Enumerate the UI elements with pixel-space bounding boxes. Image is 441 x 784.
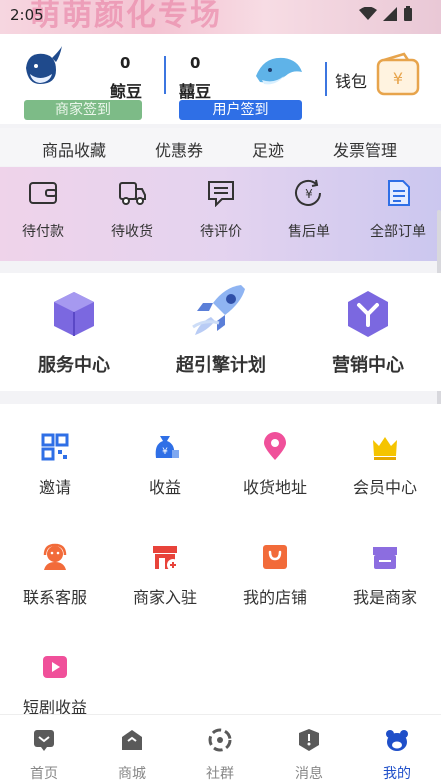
shopping-bag-icon	[263, 545, 287, 569]
grid-item-address[interactable]: 收货地址	[220, 432, 330, 498]
grid-item-i-am-merchant[interactable]: 我是商家	[330, 542, 440, 608]
refund-icon: ¥	[295, 179, 321, 206]
grid-item-membership[interactable]: 会员中心	[330, 432, 440, 498]
grid-label: 我的店铺	[242, 588, 307, 607]
grid-item-earnings[interactable]: ¥ 收益	[110, 432, 220, 498]
document-icon	[388, 180, 410, 206]
grid-label: 商家入驻	[132, 588, 197, 607]
headset-icon	[43, 543, 67, 570]
order-label: 售后单	[288, 224, 330, 240]
tab-label: 我的	[383, 766, 411, 782]
tab-label: 首页	[30, 766, 58, 782]
grid-item-invite[interactable]: 邀请	[0, 432, 110, 498]
tab-community[interactable]: 社群	[176, 727, 264, 783]
location-pin-icon	[264, 432, 286, 460]
quick-link-footprints[interactable]: 足迹	[252, 137, 284, 161]
hex-y-icon	[348, 291, 388, 337]
tab-label: 社群	[206, 766, 234, 782]
store-add-icon	[153, 546, 179, 571]
wallet-yuan-icon: ¥	[376, 52, 420, 96]
wallet-icon	[29, 182, 57, 204]
comment-icon	[208, 181, 234, 207]
user-bean-count: 0	[190, 54, 201, 72]
order-after-sales[interactable]: ¥ 售后单	[274, 179, 344, 241]
merchant-checkin-button[interactable]: 商家签到	[24, 100, 142, 120]
status-time: 2:05	[10, 6, 44, 24]
super-engine-plan[interactable]: 超引擎计划	[156, 285, 286, 376]
grid-item-merchant-join[interactable]: 商家入驻	[110, 542, 220, 608]
whale-icon	[26, 46, 62, 84]
order-status-bar: 待付款 待收货 待评价 ¥ 售后单 全部订单	[0, 167, 441, 261]
home-icon	[34, 730, 54, 751]
tab-label: 商城	[118, 766, 146, 782]
tab-home[interactable]: 首页	[0, 727, 88, 783]
bear-icon	[386, 730, 408, 751]
grid-label: 收货地址	[242, 478, 307, 497]
order-pending-review[interactable]: 待评价	[186, 179, 256, 241]
marketing-center[interactable]: 营销中心	[303, 287, 433, 376]
status-icons	[359, 6, 413, 22]
money-bag-icon: ¥	[155, 436, 179, 458]
user-checkin-button[interactable]: 用户签到	[179, 100, 302, 120]
tab-label: 消息	[295, 766, 323, 782]
svg-text:¥: ¥	[393, 69, 403, 88]
grid-item-customer-service[interactable]: 联系客服	[0, 542, 110, 608]
grid-label: 我是商家	[352, 588, 417, 607]
signal-icon	[383, 7, 397, 21]
user-bean-unit: 囍豆	[179, 82, 212, 101]
banner-title: 萌萌颜化专场	[30, 0, 222, 33]
account-header: 0 鲸豆 商家签到 0 囍豆 用户签到 钱包 ¥	[0, 34, 441, 124]
quick-link-favorites[interactable]: 商品收藏	[42, 137, 106, 161]
quick-link-invoices[interactable]: 发票管理	[333, 137, 397, 161]
service-label: 营销中心	[332, 355, 404, 376]
divider	[164, 56, 166, 94]
wallet-button[interactable]: ¥	[376, 52, 422, 98]
svg-text:¥: ¥	[162, 447, 168, 457]
tab-me[interactable]: 我的	[353, 727, 441, 783]
service-label: 服务中心	[38, 355, 110, 376]
service-center[interactable]: 服务中心	[9, 287, 139, 376]
grid-label: 会员中心	[352, 478, 417, 497]
grid-item-short-drama-earnings[interactable]: 短剧收益	[0, 652, 110, 718]
services-card: 服务中心 超引擎计划 营销中心	[0, 273, 441, 391]
user-beans: 0 囍豆 用户签到	[176, 42, 306, 122]
order-label: 待评价	[200, 224, 242, 240]
crown-icon	[373, 437, 397, 460]
order-label: 全部订单	[370, 224, 426, 240]
quick-links-bar: 商品收藏 优惠券 足迹 发票管理	[0, 128, 441, 166]
order-label: 待收货	[111, 224, 153, 240]
community-icon	[208, 728, 232, 752]
bottom-tab-bar: 首页 商城 社群 消息 我的	[0, 714, 441, 784]
battery-icon	[404, 6, 412, 21]
svg-text:¥: ¥	[305, 187, 313, 201]
tab-mall[interactable]: 商城	[88, 727, 176, 783]
rocket-icon	[192, 285, 245, 335]
quick-link-coupons[interactable]: 优惠券	[155, 137, 203, 161]
truck-icon	[119, 182, 146, 205]
merchant-bean-count: 0	[120, 54, 131, 72]
message-icon	[299, 729, 319, 751]
cube-icon	[54, 292, 94, 336]
order-pending-receipt[interactable]: 待收货	[97, 179, 167, 241]
merchant-bean-unit: 鲸豆	[110, 82, 143, 101]
grid-label: 联系客服	[22, 588, 87, 607]
feature-grid: 邀请 ¥ 收益 收货地址 会员中心 联系客服 商家入驻 我的店铺 我是商家 短剧…	[0, 404, 441, 717]
grid-label: 邀请	[38, 478, 71, 497]
dolphin-icon	[256, 57, 302, 85]
wallet-label[interactable]: 钱包	[335, 68, 367, 92]
video-play-icon	[43, 656, 67, 678]
service-label: 超引擎计划	[176, 355, 266, 376]
order-pending-payment[interactable]: 待付款	[8, 179, 78, 241]
tab-messages[interactable]: 消息	[265, 727, 353, 783]
divider	[325, 62, 327, 96]
wifi-icon	[359, 7, 377, 20]
grid-item-my-store[interactable]: 我的店铺	[220, 542, 330, 608]
shop-icon	[122, 730, 142, 750]
qr-code-icon	[41, 433, 69, 461]
order-label: 待付款	[22, 224, 64, 240]
order-all[interactable]: 全部订单	[363, 179, 433, 241]
grid-label: 收益	[148, 478, 181, 497]
merchant-icon	[373, 547, 397, 569]
merchant-beans: 0 鲸豆 商家签到	[22, 42, 142, 122]
